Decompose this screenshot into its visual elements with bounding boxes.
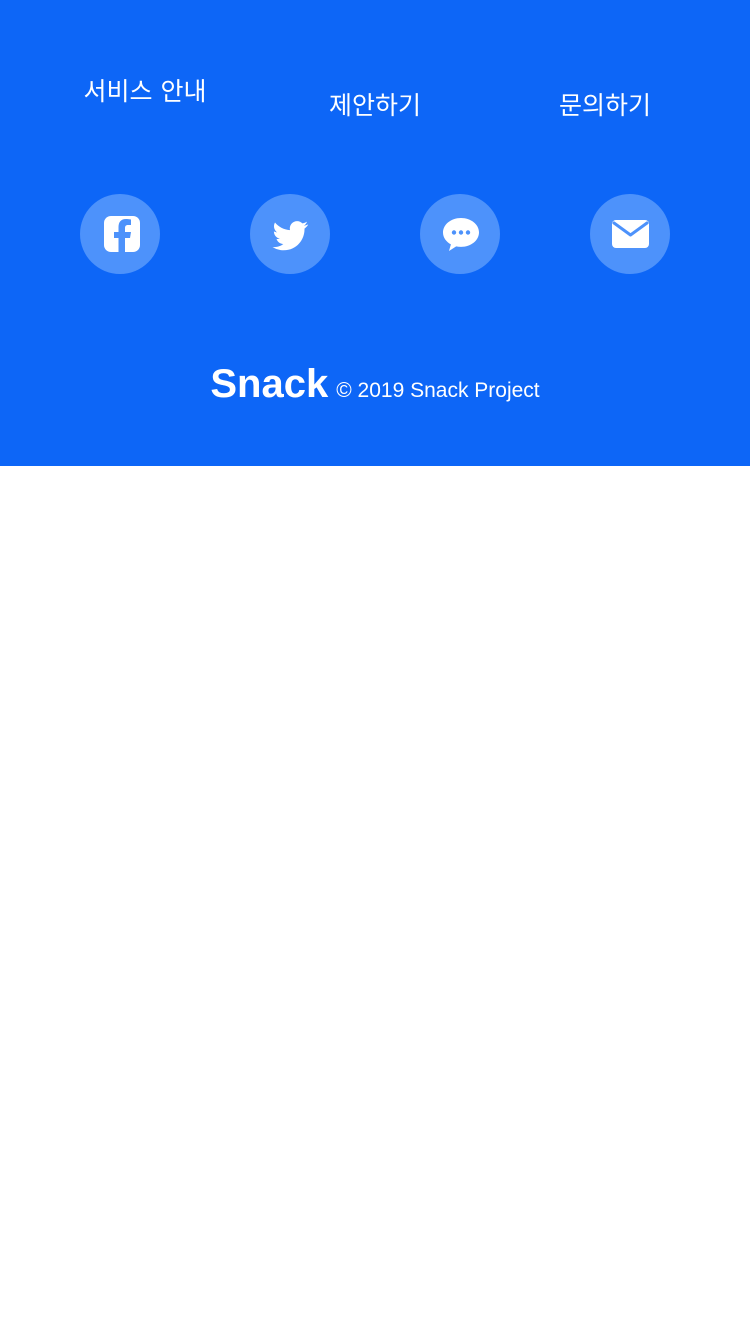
facebook-icon [104,216,140,252]
footer-brand: Snack © 2019 Snack Project [0,362,750,407]
twitter-button[interactable] [250,194,330,274]
twitter-icon [272,221,309,251]
copyright-text: © 2019 Snack Project [336,379,540,402]
facebook-button[interactable] [80,194,160,274]
kakaotalk-button[interactable] [420,194,500,274]
kakaotalk-icon [443,218,479,251]
brand-logo: Snack [210,362,329,406]
mail-icon [612,220,649,248]
nav-suggest[interactable]: 제안하기 [300,92,450,120]
footer: 서비스 안내 제안하기 문의하기 Snack © 2019 Snack Proje… [0,0,750,466]
mail-button[interactable] [590,194,670,274]
nav-inquiry[interactable]: 문의하기 [530,92,680,120]
page-body [0,466,750,1334]
nav-service-info[interactable]: 서비스 안내 [70,78,220,106]
